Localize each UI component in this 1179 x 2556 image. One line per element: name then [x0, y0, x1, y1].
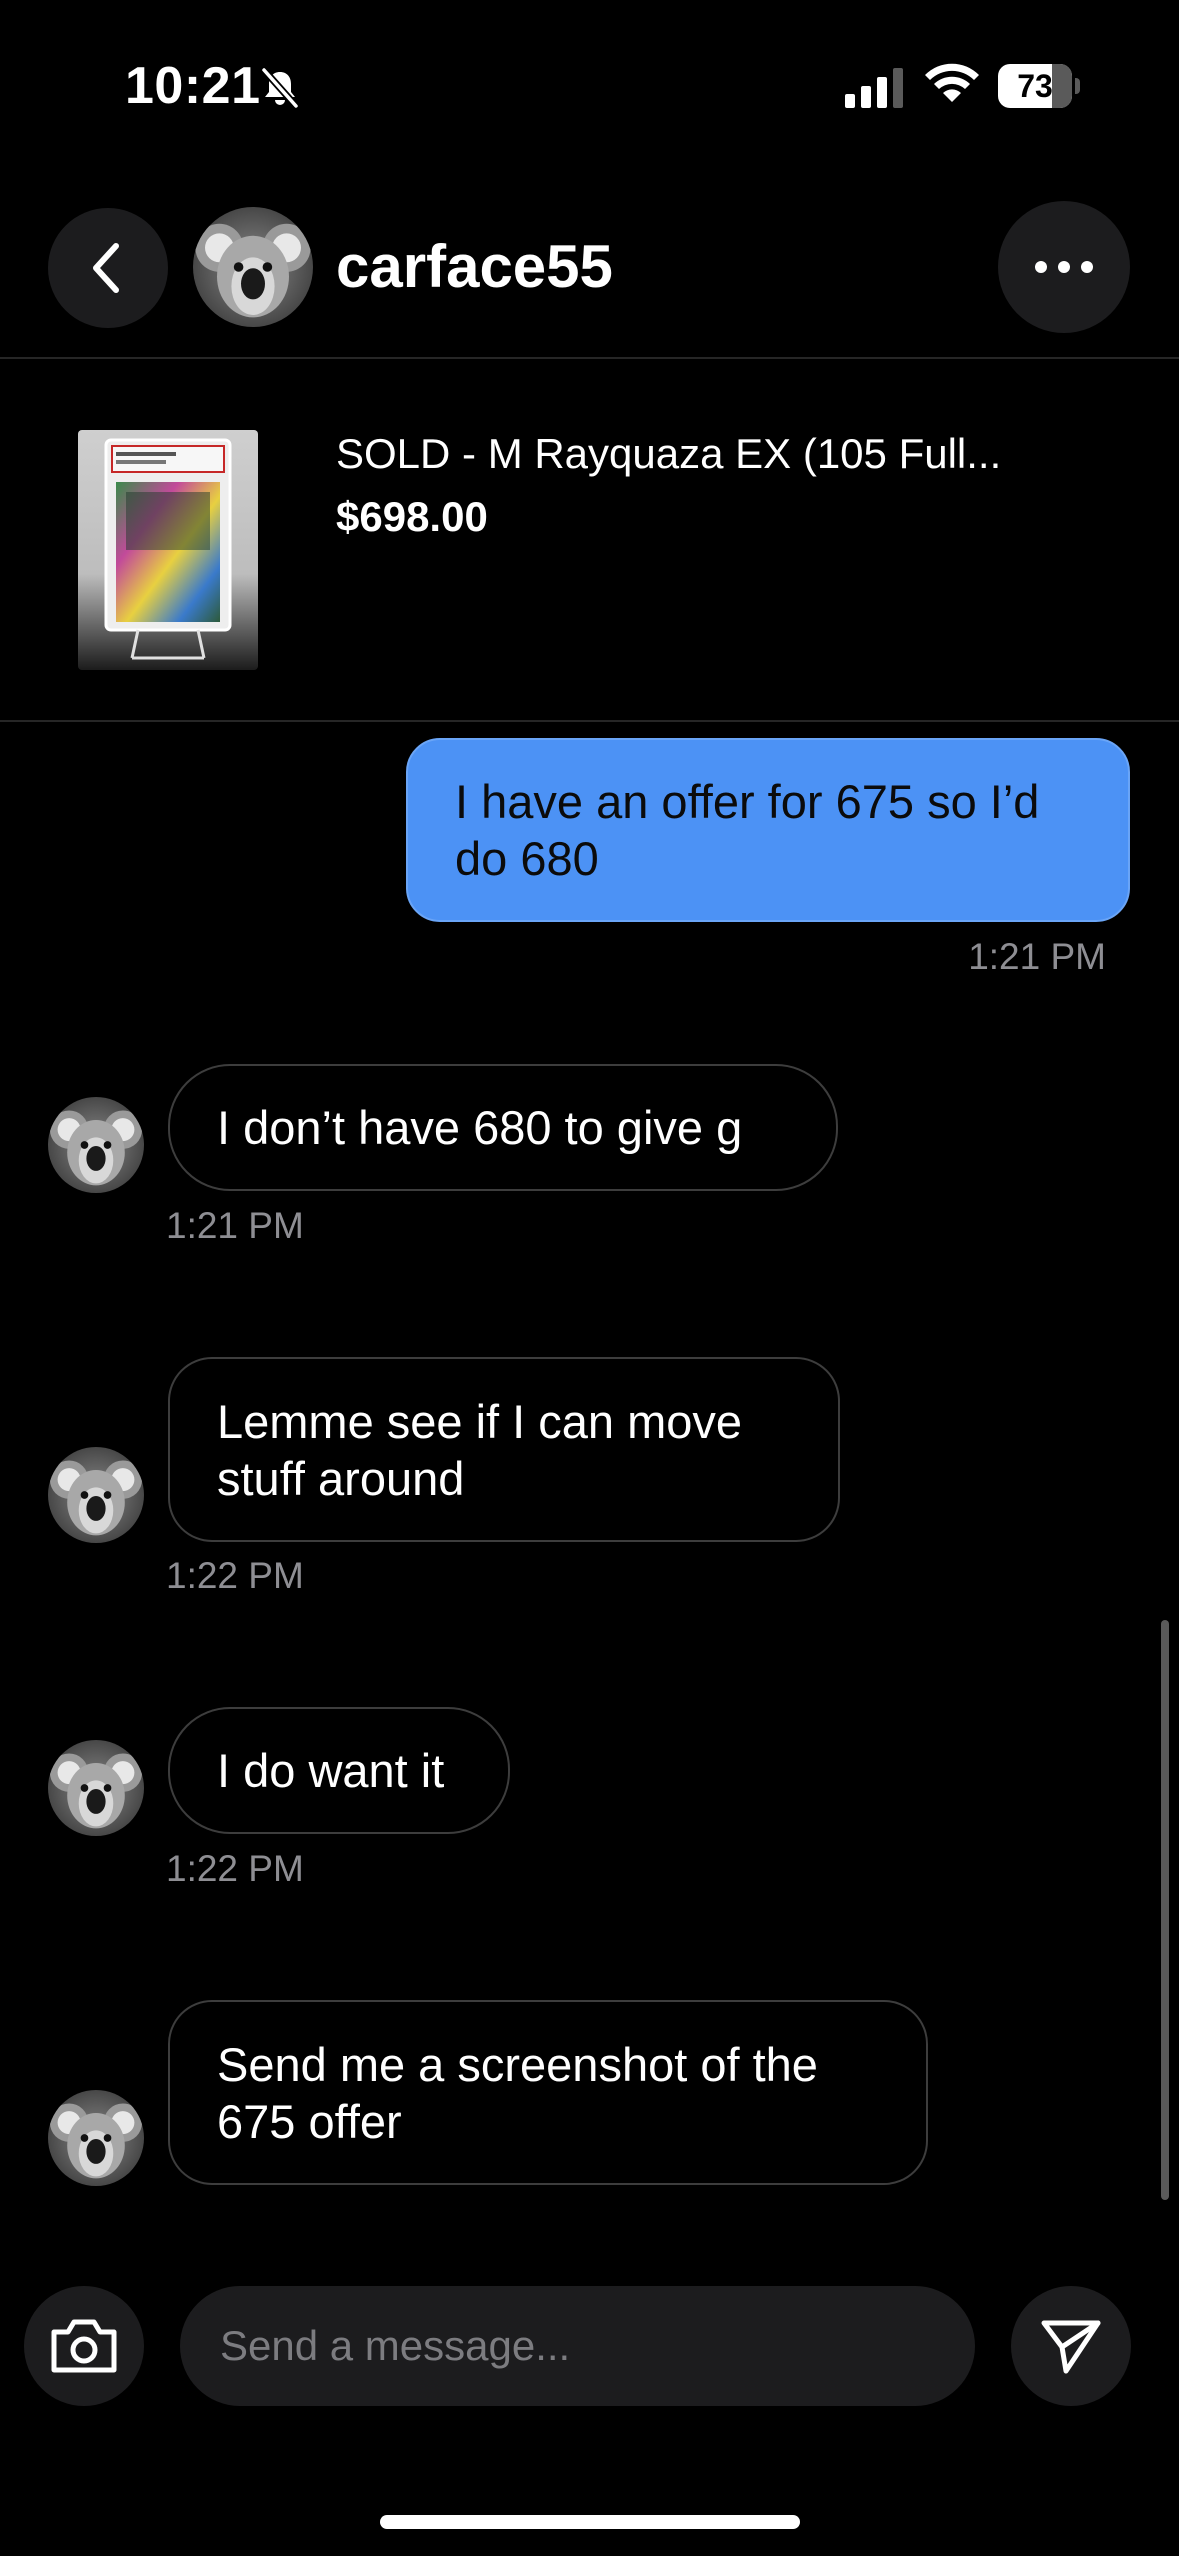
more-options-button[interactable] — [998, 201, 1130, 333]
header-divider — [0, 357, 1179, 359]
message-timestamp: 1:21 PM — [166, 1205, 304, 1246]
message-timestamp: 1:22 PM — [166, 1555, 304, 1596]
ellipsis-icon — [1035, 261, 1093, 273]
listing-thumbnail[interactable] — [78, 430, 258, 670]
listing-divider — [0, 720, 1179, 722]
chevron-left-icon — [93, 243, 119, 293]
message-input[interactable] — [180, 2286, 975, 2406]
avatar[interactable] — [48, 1447, 144, 1543]
home-indicator[interactable] — [380, 2515, 800, 2529]
camera-button[interactable] — [24, 2286, 144, 2406]
send-button[interactable] — [1011, 2286, 1131, 2406]
message-bubble-incoming[interactable]: I do want it — [168, 1707, 510, 1834]
conversation-username[interactable]: carface55 — [336, 232, 613, 301]
status-bar: 10:21 73 — [0, 0, 1179, 170]
avatar[interactable] — [193, 207, 313, 327]
bell-muted-icon — [260, 66, 300, 110]
avatar[interactable] — [48, 2090, 144, 2186]
listing-title[interactable]: SOLD - M Rayquaza EX (105 Full... — [336, 430, 1001, 478]
message-timestamp: 1:22 PM — [166, 1848, 304, 1889]
battery-percent: 73 — [1017, 68, 1053, 104]
message-text: Lemme see if I can move stuff around — [217, 1394, 743, 1505]
message-bubble-incoming[interactable]: Lemme see if I can move stuff around — [168, 1357, 840, 1542]
message-text: Send me a screenshot of the 675 offer — [217, 2037, 818, 2148]
message-bubble-incoming[interactable]: Send me a screenshot of the 675 offer — [168, 2000, 928, 2185]
wifi-icon — [925, 63, 979, 102]
listing-price: $698.00 — [336, 493, 488, 540]
back-button[interactable] — [48, 208, 168, 328]
battery-icon: 73 — [998, 64, 1080, 108]
message-text: I do want it — [217, 1744, 445, 1797]
avatar[interactable] — [48, 1740, 144, 1836]
message-bubble-outgoing[interactable]: I have an offer for 675 so I’d do 680 — [406, 738, 1130, 922]
status-time: 10:21 — [125, 57, 261, 115]
message-text: I don’t have 680 to give g — [217, 1101, 743, 1154]
avatar[interactable] — [48, 1097, 144, 1193]
message-text: I have an offer for 675 so I’d do 680 — [455, 775, 1040, 885]
send-icon — [1041, 2320, 1101, 2374]
cellular-signal-icon — [845, 68, 903, 108]
camera-icon — [51, 2319, 117, 2373]
scrollbar[interactable] — [1161, 1620, 1169, 2200]
message-bubble-incoming[interactable]: I don’t have 680 to give g — [168, 1064, 838, 1191]
message-timestamp: 1:21 PM — [968, 936, 1106, 977]
